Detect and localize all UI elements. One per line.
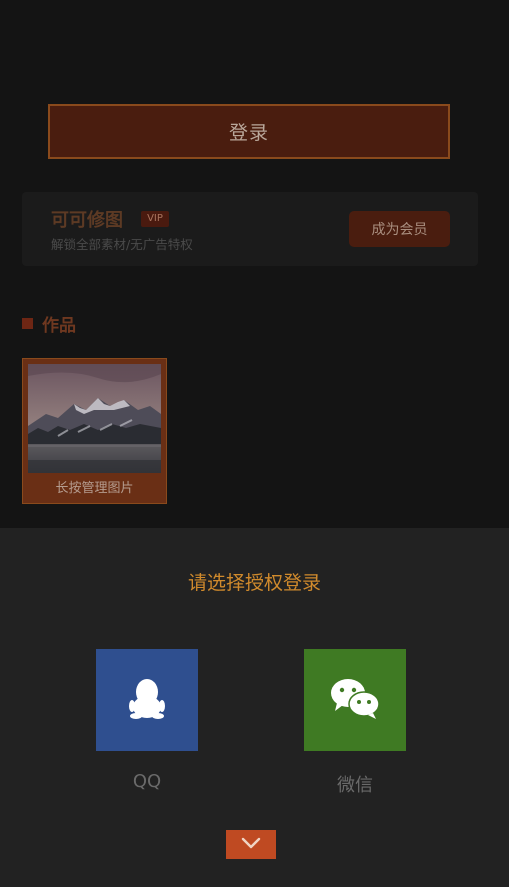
vip-subtitle: 解锁全部素材/无广告特权 [51,237,193,252]
chevron-down-icon [240,835,262,854]
qq-login-button[interactable] [96,649,198,751]
wechat-login-button[interactable] [304,649,406,751]
auth-login-sheet: 请选择授权登录 QQ 微信 [0,528,509,887]
become-member-label: 成为会员 [371,222,428,238]
login-button[interactable]: 登录 [48,104,450,159]
mountain-lake-image [28,364,161,473]
wechat-label: 微信 [337,775,373,796]
section-marker [22,318,33,329]
works-section-title: 作品 [42,316,76,336]
vip-badge: VIP [141,211,169,227]
vip-card: 可可修图 VIP 解锁全部素材/无广告特权 成为会员 [22,192,478,266]
login-button-label: 登录 [228,122,269,144]
work-item[interactable]: 长按管理图片 [22,358,167,504]
work-caption: 长按管理图片 [55,481,134,496]
qq-penguin-icon [127,676,167,724]
qq-label: QQ [132,771,162,792]
page-background: 登录 可可修图 VIP 解锁全部素材/无广告特权 成为会员 作品 长按管理图片 … [0,0,509,887]
close-sheet-button[interactable] [226,830,276,859]
become-member-button[interactable]: 成为会员 [349,211,450,247]
wechat-icon [329,677,381,723]
vip-title: 可可修图 [51,210,123,231]
work-thumbnail [28,364,161,473]
auth-sheet-title: 请选择授权登录 [187,572,321,594]
